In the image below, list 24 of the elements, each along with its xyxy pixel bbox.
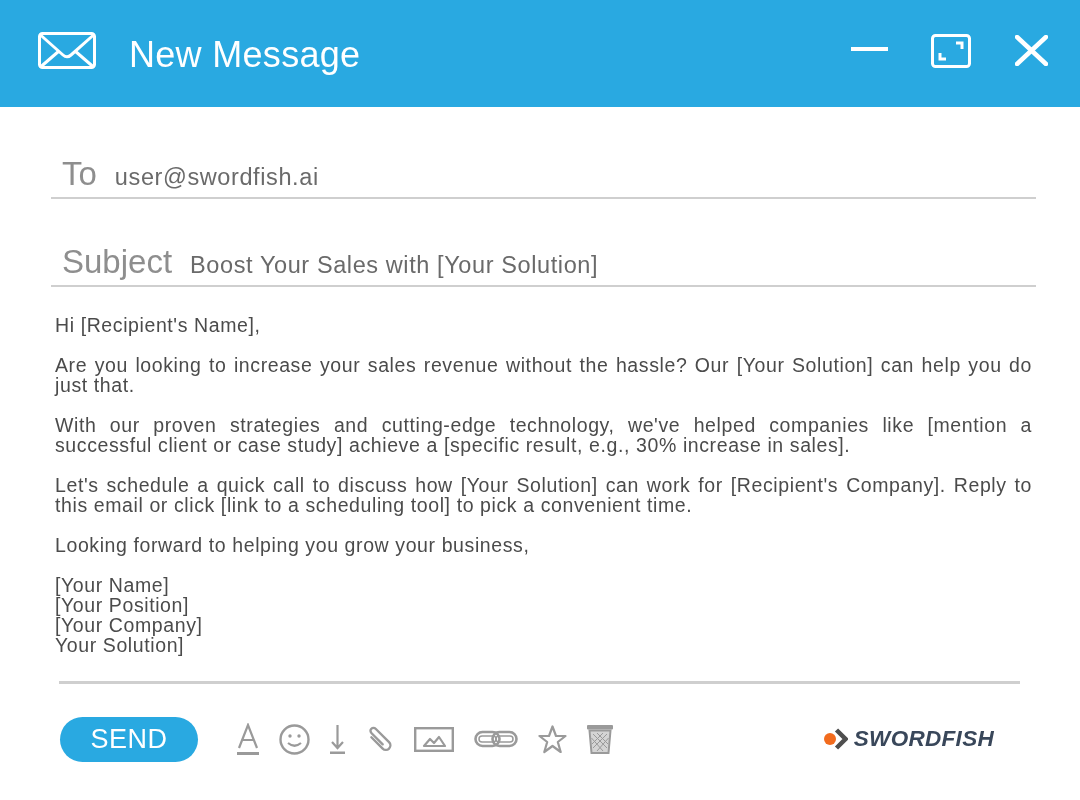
image-icon[interactable] bbox=[414, 726, 454, 752]
link-icon[interactable] bbox=[474, 729, 518, 749]
maximize-icon[interactable] bbox=[931, 33, 971, 68]
field-label: Subject bbox=[62, 243, 173, 281]
message-paragraph: Looking forward to helping you grow your business, bbox=[55, 535, 531, 555]
logo-mark-icon bbox=[823, 728, 848, 750]
signature-line: Your Solution] bbox=[55, 635, 185, 655]
trash-icon[interactable] bbox=[587, 724, 613, 754]
message-paragraph: Are you looking to increase your sales revenue without the hassle? Our [Your Solution] can help you do just that. bbox=[55, 355, 1032, 395]
message-paragraph: Let's schedule a quick call to discuss how [Your Solution] can work for [Recipient's Company]. Reply to this email or click [link to a scheduling tool] to pick a convenient time. bbox=[55, 475, 1032, 515]
star-icon[interactable] bbox=[538, 724, 567, 754]
text-input-field[interactable]: user@swordfish.ai bbox=[114, 164, 1036, 191]
text-input-field[interactable]: Boost Your Sales with [Your Solution] bbox=[190, 252, 1036, 279]
close-icon[interactable] bbox=[1015, 35, 1048, 66]
minimize-icon[interactable] bbox=[851, 46, 888, 51]
field-label: To bbox=[62, 155, 97, 193]
message-paragraph: With our proven strategies and cutting-edge technology, we've helped companies like [mention a successful client or case study] achieve a [specific result, e.g., 30% increase in sales]. bbox=[55, 415, 1032, 455]
brand-name: SWORDFISH bbox=[853, 726, 994, 752]
envelope-icon bbox=[38, 32, 96, 69]
smiley-icon[interactable] bbox=[279, 723, 310, 755]
window-title: New Message bbox=[129, 33, 362, 76]
download-icon[interactable] bbox=[330, 724, 345, 754]
text-format-icon[interactable] bbox=[237, 723, 259, 755]
message-paragraph: Hi [Recipient's Name], bbox=[55, 315, 262, 335]
